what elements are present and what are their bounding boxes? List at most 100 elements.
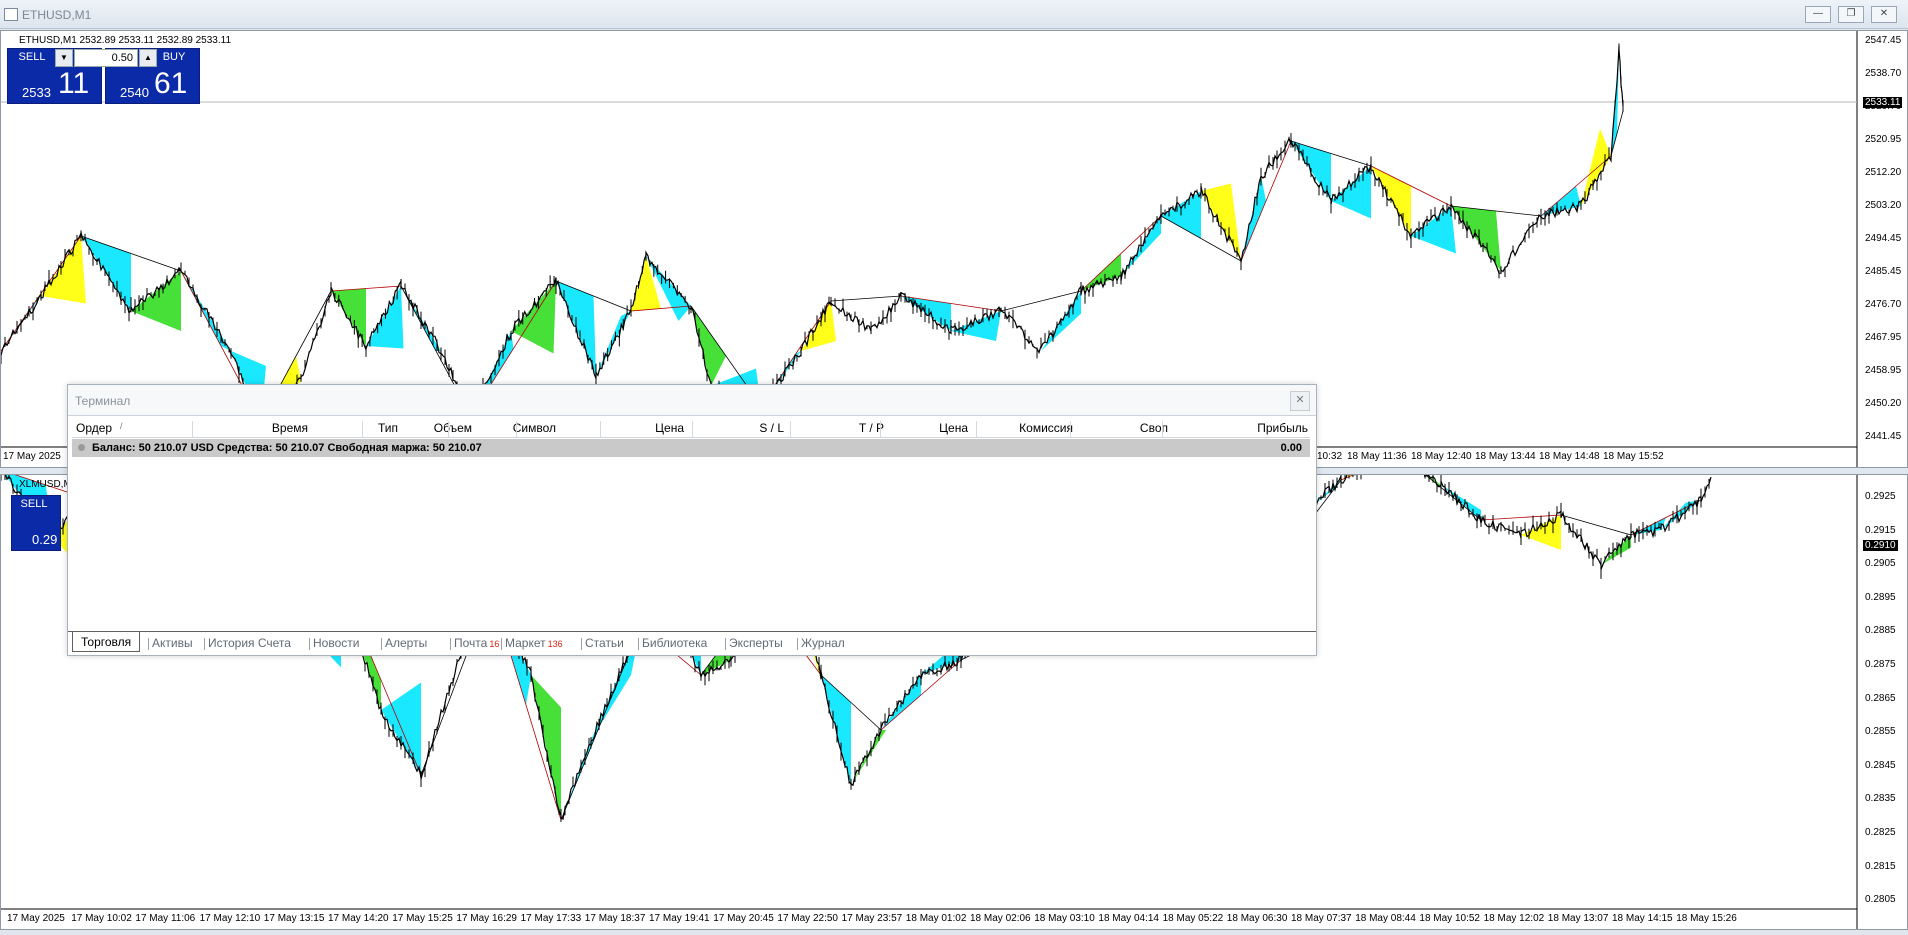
column-header[interactable]: Тип bbox=[378, 421, 398, 435]
tab-label: Библиотека bbox=[642, 636, 708, 650]
terminal-window: Терминал ✕ Ордер Время Тип Объем Символ Цена S… bbox=[67, 384, 1317, 656]
tab-count-badge: 136 bbox=[547, 639, 563, 649]
time-axis-label: 18 May 13:44 bbox=[1475, 451, 1536, 462]
tab-separator bbox=[581, 638, 582, 650]
column-separator bbox=[1070, 421, 1071, 437]
tab-item[interactable]: Маркет 136 bbox=[505, 636, 563, 650]
tab-separator bbox=[638, 638, 639, 650]
pattern-fill bbox=[331, 288, 366, 346]
pattern-fill bbox=[1425, 475, 1441, 488]
time-axis-label: 17 May 14:20 bbox=[328, 913, 389, 924]
restore-icon[interactable]: ❐ bbox=[1838, 6, 1864, 23]
pattern-fill bbox=[691, 306, 726, 386]
price-axis-label: 0.2925 bbox=[1865, 491, 1896, 502]
window-title: ETHUSD,M1 bbox=[22, 8, 92, 22]
column-header[interactable]: Символ bbox=[513, 421, 556, 435]
column-header[interactable]: Объем bbox=[434, 421, 472, 435]
price-axis-label: 0.2835 bbox=[1865, 793, 1896, 805]
chart-window-icon bbox=[4, 8, 18, 21]
column-separator bbox=[790, 421, 791, 437]
tab-item[interactable]: Почта 16 bbox=[454, 636, 499, 650]
time-axis-label: 18 May 03:10 bbox=[1034, 913, 1095, 924]
column-header[interactable]: Цена bbox=[939, 421, 968, 435]
tab-label: Эксперты bbox=[729, 636, 783, 650]
time-axis-label: 18 May 14:15 bbox=[1612, 913, 1673, 924]
sell-button[interactable]: SELL 0.29 bbox=[11, 495, 61, 551]
lot-increase-button[interactable]: ▲ bbox=[139, 49, 157, 67]
price-axis-label: 2441.45 bbox=[1865, 431, 1902, 442]
tab-item[interactable]: История Счета bbox=[208, 636, 291, 650]
column-header[interactable]: Время bbox=[272, 421, 308, 435]
lot-size-input[interactable]: 0.50 bbox=[74, 49, 138, 67]
tab-item[interactable]: Журнал bbox=[801, 636, 845, 650]
time-axis-label: 18 May 15:52 bbox=[1603, 451, 1664, 462]
time-axis-label: 18 May 04:14 bbox=[1098, 913, 1159, 924]
terminal-title-bar[interactable]: Терминал ✕ bbox=[68, 385, 1316, 416]
column-header[interactable]: Цена bbox=[655, 421, 684, 435]
tab-label: Статьи bbox=[585, 636, 624, 650]
tab-separator bbox=[501, 638, 502, 650]
time-axis-label: 17 May 13:15 bbox=[263, 913, 325, 924]
column-separator bbox=[692, 421, 693, 437]
time-axis-label: 18 May 08:44 bbox=[1355, 913, 1416, 924]
tab-item[interactable]: Библиотека bbox=[642, 636, 707, 650]
column-header[interactable]: Своп bbox=[1140, 421, 1168, 435]
balance-text: Баланс: 50 210.07 USD Средства: 50 210.0… bbox=[92, 442, 482, 454]
time-axis-label: 17 May 2025 bbox=[7, 913, 65, 924]
chart-symbol-info: ETHUSD,M1 2532.89 2533.11 2532.89 2533.1… bbox=[19, 35, 232, 46]
time-axis-label: 18 May 10:52 bbox=[1419, 913, 1480, 924]
time-axis-label: 17 May 22:50 bbox=[777, 913, 838, 924]
lot-decrease-button[interactable]: ▼ bbox=[55, 49, 73, 67]
time-axis-label: 18 May 02:06 bbox=[970, 913, 1031, 924]
tab-item[interactable]: Статьи bbox=[585, 636, 624, 650]
tab-separator bbox=[450, 638, 451, 650]
balance-row[interactable]: Баланс: 50 210.07 USD Средства: 50 210.0… bbox=[72, 439, 1310, 457]
tab-item[interactable]: Активы bbox=[152, 636, 193, 650]
column-header[interactable]: Комиссия bbox=[1019, 421, 1073, 435]
price-axis-label: 2485.45 bbox=[1865, 266, 1902, 277]
terminal-tabs: Торговля Активы История Счета Новости Алерты… bbox=[68, 631, 1316, 654]
column-header[interactable]: S / L bbox=[759, 421, 784, 435]
minimize-icon[interactable]: — bbox=[1805, 6, 1831, 23]
tab-label: Новости bbox=[313, 636, 360, 650]
time-axis-label: 17 May 11:06 bbox=[135, 913, 196, 924]
time-axis-label: 18 May 12:40 bbox=[1411, 451, 1472, 462]
column-separator bbox=[192, 421, 193, 437]
time-axis-label: 17 May 2025 bbox=[3, 451, 61, 462]
price-axis-label: 0.2875 bbox=[1865, 659, 1896, 670]
column-header[interactable]: Прибыль bbox=[1257, 421, 1308, 435]
tab-label: Торговля bbox=[81, 635, 132, 649]
tab-separator bbox=[309, 638, 310, 650]
price-axis-label: 0.2825 bbox=[1865, 827, 1896, 838]
column-header[interactable]: Ордер bbox=[76, 421, 112, 435]
window-title-bar: ETHUSD,M1 — ❐ ✕ bbox=[0, 0, 1908, 29]
tab-separator bbox=[204, 638, 205, 650]
time-axis-label: 18 May 13:07 bbox=[1547, 913, 1609, 924]
time-axis-label: 17 May 12:10 bbox=[199, 913, 261, 924]
time-axis-label: 18 May 11:36 bbox=[1347, 451, 1407, 462]
tab-label: Почта bbox=[454, 636, 488, 650]
column-separator bbox=[1162, 421, 1163, 437]
price-axis-label: 0.2855 bbox=[1865, 726, 1896, 738]
tab-trade[interactable]: Торговля bbox=[72, 632, 141, 652]
price-axis-label: 0.2845 bbox=[1865, 759, 1896, 771]
sort-indicator-icon: / bbox=[120, 421, 123, 431]
tab-separator bbox=[148, 638, 149, 650]
time-axis-label: 17 May 18:37 bbox=[584, 913, 646, 924]
price-axis-label: 2476.70 bbox=[1865, 299, 1902, 310]
pattern-fill bbox=[1331, 166, 1371, 219]
tab-separator bbox=[381, 638, 382, 650]
tab-separator bbox=[797, 638, 798, 650]
tab-label: Активы bbox=[152, 636, 193, 650]
time-axis-label: 18 May 06:30 bbox=[1226, 913, 1288, 924]
close-icon[interactable]: ✕ bbox=[1290, 391, 1310, 411]
close-icon[interactable]: ✕ bbox=[1871, 6, 1897, 23]
tab-item[interactable]: Эксперты bbox=[729, 636, 783, 650]
terminal-title: Терминал bbox=[75, 394, 131, 408]
time-axis-label: 17 May 17:33 bbox=[520, 913, 582, 924]
tab-item[interactable]: Алерты bbox=[385, 636, 427, 650]
chart-symbol-info: XLMUSD,M bbox=[19, 479, 72, 490]
time-axis-label: 10:32 bbox=[1317, 451, 1343, 462]
tab-item[interactable]: Новости bbox=[313, 636, 359, 650]
tab-label: Журнал bbox=[801, 636, 845, 650]
